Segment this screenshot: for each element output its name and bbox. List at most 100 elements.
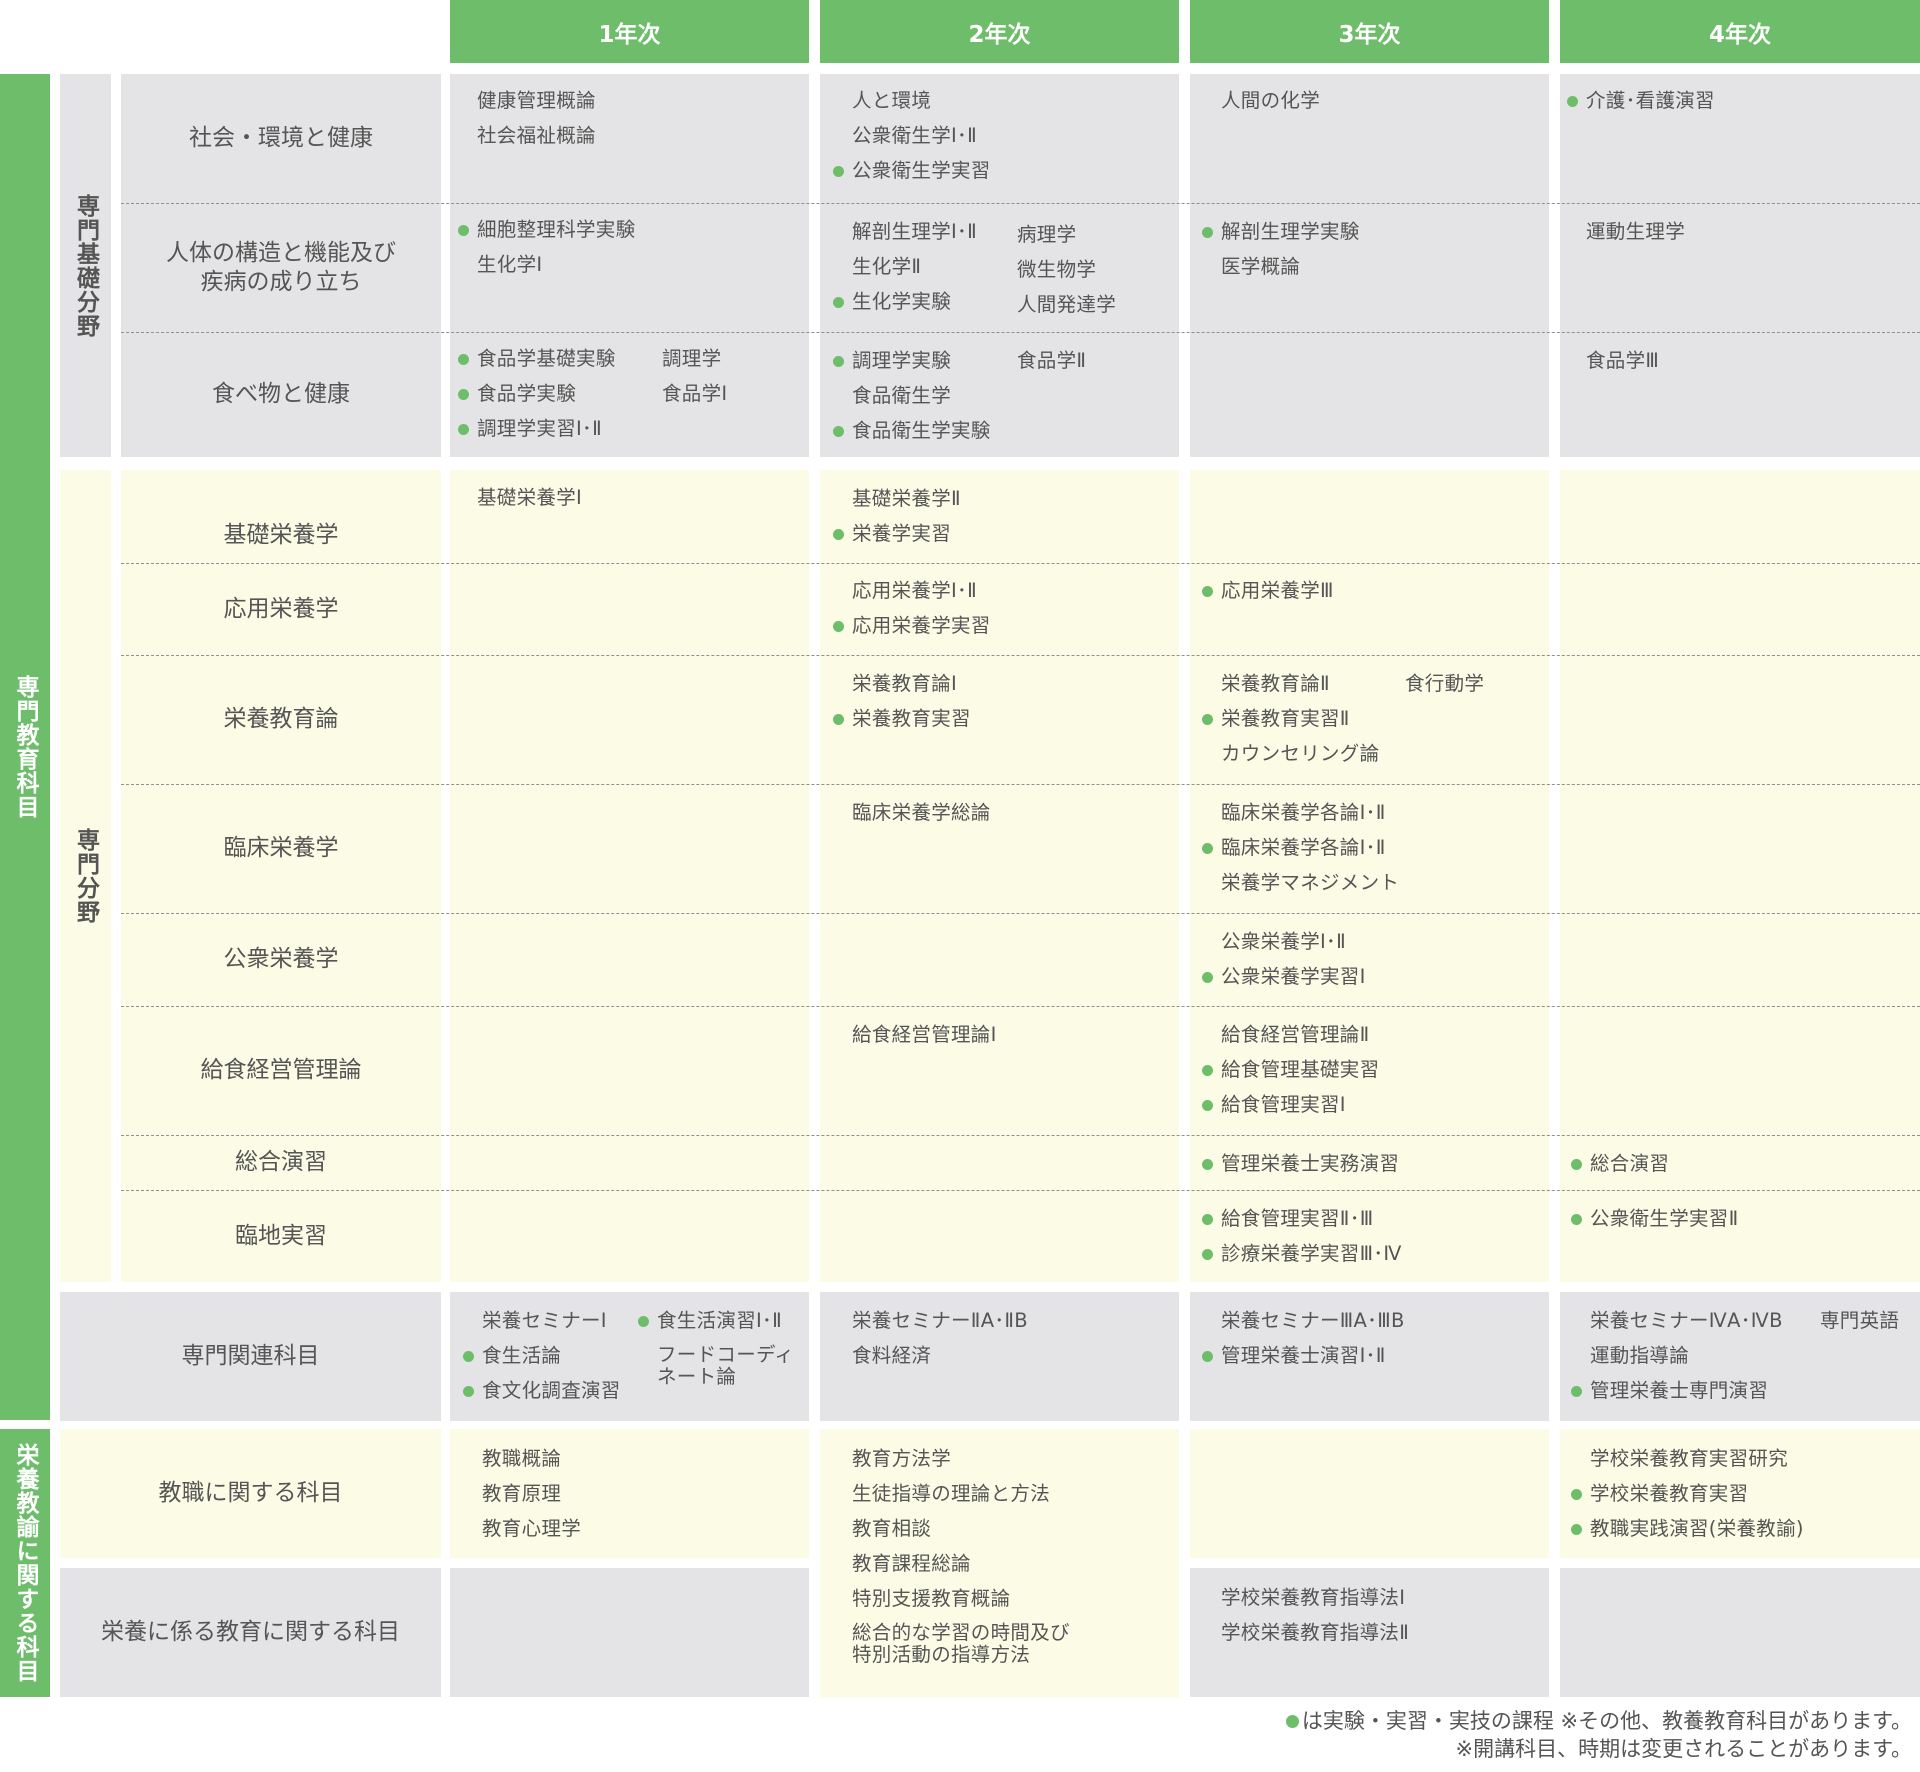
course-item: 栄養教育論Ⅱ [1221,672,1330,695]
practical-course-item: 診療栄養学実習Ⅲ･Ⅳ [1202,1242,1402,1265]
row-label-kyushoku: 給食経営管理論 [200,1057,362,1083]
practical-course-item: 公衆衛生学実習Ⅱ [1571,1207,1739,1230]
practical-course-item: 食生活演習Ⅰ･Ⅱ [638,1309,782,1332]
practical-course-item: 管理栄養士専門演習 [1570,1379,1769,1402]
practical-course-item: 管理栄養士実務演習 [1201,1152,1400,1175]
course-item: 生化学Ⅱ [852,255,922,278]
row-label-jintai-kozo: 人体の構造と機能及び 疾病の成り立ち [166,239,396,295]
practical-course-item: 総合演習 [1570,1152,1670,1175]
practical-course-item: 応用栄養学Ⅲ [1202,579,1334,602]
practical-course-item: 調理学実習Ⅰ･Ⅱ [458,417,602,440]
course-item: 教育原理 [482,1482,562,1505]
practical-course-item: 調理学実験 [832,349,952,372]
practical-course-item: 管理栄養士演習Ⅰ･Ⅱ [1202,1344,1386,1367]
course-item: 給食経営管理論Ⅰ [852,1023,997,1046]
course-item: 教育相談 [852,1517,932,1540]
row-label-sogo-enshu: 総合演習 [235,1149,327,1175]
row-label-oyo-eiyo: 応用栄養学 [223,595,339,622]
course-item: 公衆栄養学Ⅰ･Ⅱ [1221,930,1346,953]
course-item: 教育課程総論 [852,1552,971,1575]
row-label-rinsho-eiyo: 臨床栄養学 [223,835,339,861]
eiyo-kakaru-year1-cell [450,1568,809,1697]
kyoshoku-year3-cell [1190,1429,1549,1558]
practical-course-item: 食品衛生学実験 [833,419,991,442]
course-item: 医学概論 [1221,255,1301,278]
course-item: 栄養セミナーⅡA･ⅡB [852,1309,1028,1332]
kiso-year4-column [1560,74,1920,457]
course-item: 食行動学 [1405,672,1485,695]
year-header-4: 4年次 [1560,0,1920,63]
course-item: 解剖生理学Ⅰ･Ⅱ [852,220,977,243]
course-item: 運動生理学 [1586,220,1686,243]
course-item: 栄養セミナーⅢA･ⅢB [1221,1309,1405,1332]
row-label-kanren: 専門関連科目 [181,1343,320,1369]
course-item: 基礎栄養学Ⅱ [852,487,961,510]
senmon-year1-column [450,470,809,1282]
course-item: 人間の化学 [1221,89,1321,112]
practical-dot-icon [1285,1715,1299,1728]
row-label-kyoshoku: 教職に関する科目 [158,1480,343,1506]
practical-course-item: 栄養教育実習Ⅱ [1202,707,1350,730]
subgroup-kiso: 専門基礎分野 [60,74,111,457]
course-item: 特別支援教育概論 [852,1587,1011,1610]
row-label-tabemono: 食べ物と健康 [212,381,350,407]
practical-course-item: 給食管理実習Ⅰ [1202,1093,1346,1116]
practical-course-item: 細胞整理科学実験 [457,218,636,241]
course-item: 教育心理学 [482,1517,582,1540]
practical-course-item: 教職実践演習(栄養教諭) [1571,1517,1804,1540]
course-item: 専門英語 [1820,1309,1900,1332]
course-item: 栄養セミナーⅠ [482,1309,607,1332]
legend-note: は実験・実習・実技の課程 ※その他、教養教育科目があります。 [900,1708,1912,1735]
practical-course-item: 栄養学実習 [832,522,952,545]
course-item: 食品学Ⅰ [662,382,728,405]
course-item: 栄養セミナーⅣA･ⅣB [1590,1309,1783,1332]
course-item: 栄養教育論Ⅰ [852,672,958,695]
row-label-eiyo-kakaru: 栄養に係る教育に関する科目 [101,1619,400,1645]
course-item: 教育方法学 [852,1447,952,1470]
practical-course-item: 生化学実験 [832,290,952,313]
row-label-rinchi-jisshu: 臨地実習 [235,1222,327,1249]
group-eiyo-kyoyu: 栄養教諭に関する科目 [0,1429,50,1697]
course-item: 学校栄養教育指導法Ⅰ [1221,1586,1406,1609]
practical-course-item: 食生活論 [462,1344,562,1367]
group-senmon-kyoiku: 専門教育科目 [0,74,50,1420]
course-item: 応用栄養学Ⅰ･Ⅱ [852,579,977,602]
course-item: 総合的な学習の時間及び 特別活動の指導方法 [852,1621,1070,1666]
course-item: 健康管理概論 [477,89,596,112]
practical-course-item: 学校栄養教育実習 [1570,1482,1749,1505]
course-item: 病理学 [1017,223,1077,246]
year-header-1: 1年次 [450,0,809,63]
course-item: 生化学Ⅰ [477,253,543,276]
course-item: 微生物学 [1017,258,1097,281]
year-header-2: 2年次 [820,0,1179,63]
course-item: フードコーディ ネート論 [657,1343,795,1388]
change-note: ※開講科目、時期は変更されることがあります。 [1455,1737,1913,1761]
practical-course-item: 公衆栄養学実習Ⅰ [1202,965,1366,988]
practical-course-item: 応用栄養学実習 [833,614,991,637]
practical-course-item: 解剖生理学実験 [1202,220,1360,243]
course-item: 生徒指導の理論と方法 [852,1482,1051,1505]
course-item: カウンセリング論 [1221,742,1380,765]
course-item: 給食経営管理論Ⅱ [1221,1023,1370,1046]
course-item: 教職概論 [482,1447,562,1470]
practical-course-item: 臨床栄養学各論Ⅰ･Ⅱ [1202,836,1386,859]
course-item: 学校栄養教育指導法Ⅱ [1221,1621,1410,1644]
course-item: 公衆衛生学Ⅰ･Ⅱ [852,124,977,147]
practical-course-item: 栄養教育実習 [833,707,971,730]
course-item: 臨床栄養学各論Ⅰ･Ⅱ [1221,801,1386,824]
course-item: 基礎栄養学Ⅰ [477,486,583,509]
course-item: 調理学 [662,347,722,370]
practical-course-item: 介護･看護演習 [1567,89,1715,112]
course-item: 食品衛生学 [852,384,952,407]
course-item: 食品学Ⅲ [1586,349,1660,372]
subgroup-senmon: 専門分野 [60,470,111,1282]
course-item: 食料経済 [852,1344,932,1367]
year-header-3: 3年次 [1190,0,1549,63]
row-label-eiyo-kyoiku: 栄養教育論 [223,706,339,732]
row-label-koshu-eiyo: 公衆栄養学 [223,946,339,972]
practical-course-item: 食品学実験 [457,382,577,405]
course-item: 学校栄養教育実習研究 [1590,1447,1789,1470]
course-item: 臨床栄養学総論 [852,801,991,824]
course-item: 運動指導論 [1590,1344,1690,1367]
practical-course-item: 給食管理実習Ⅱ･Ⅲ [1202,1207,1374,1230]
